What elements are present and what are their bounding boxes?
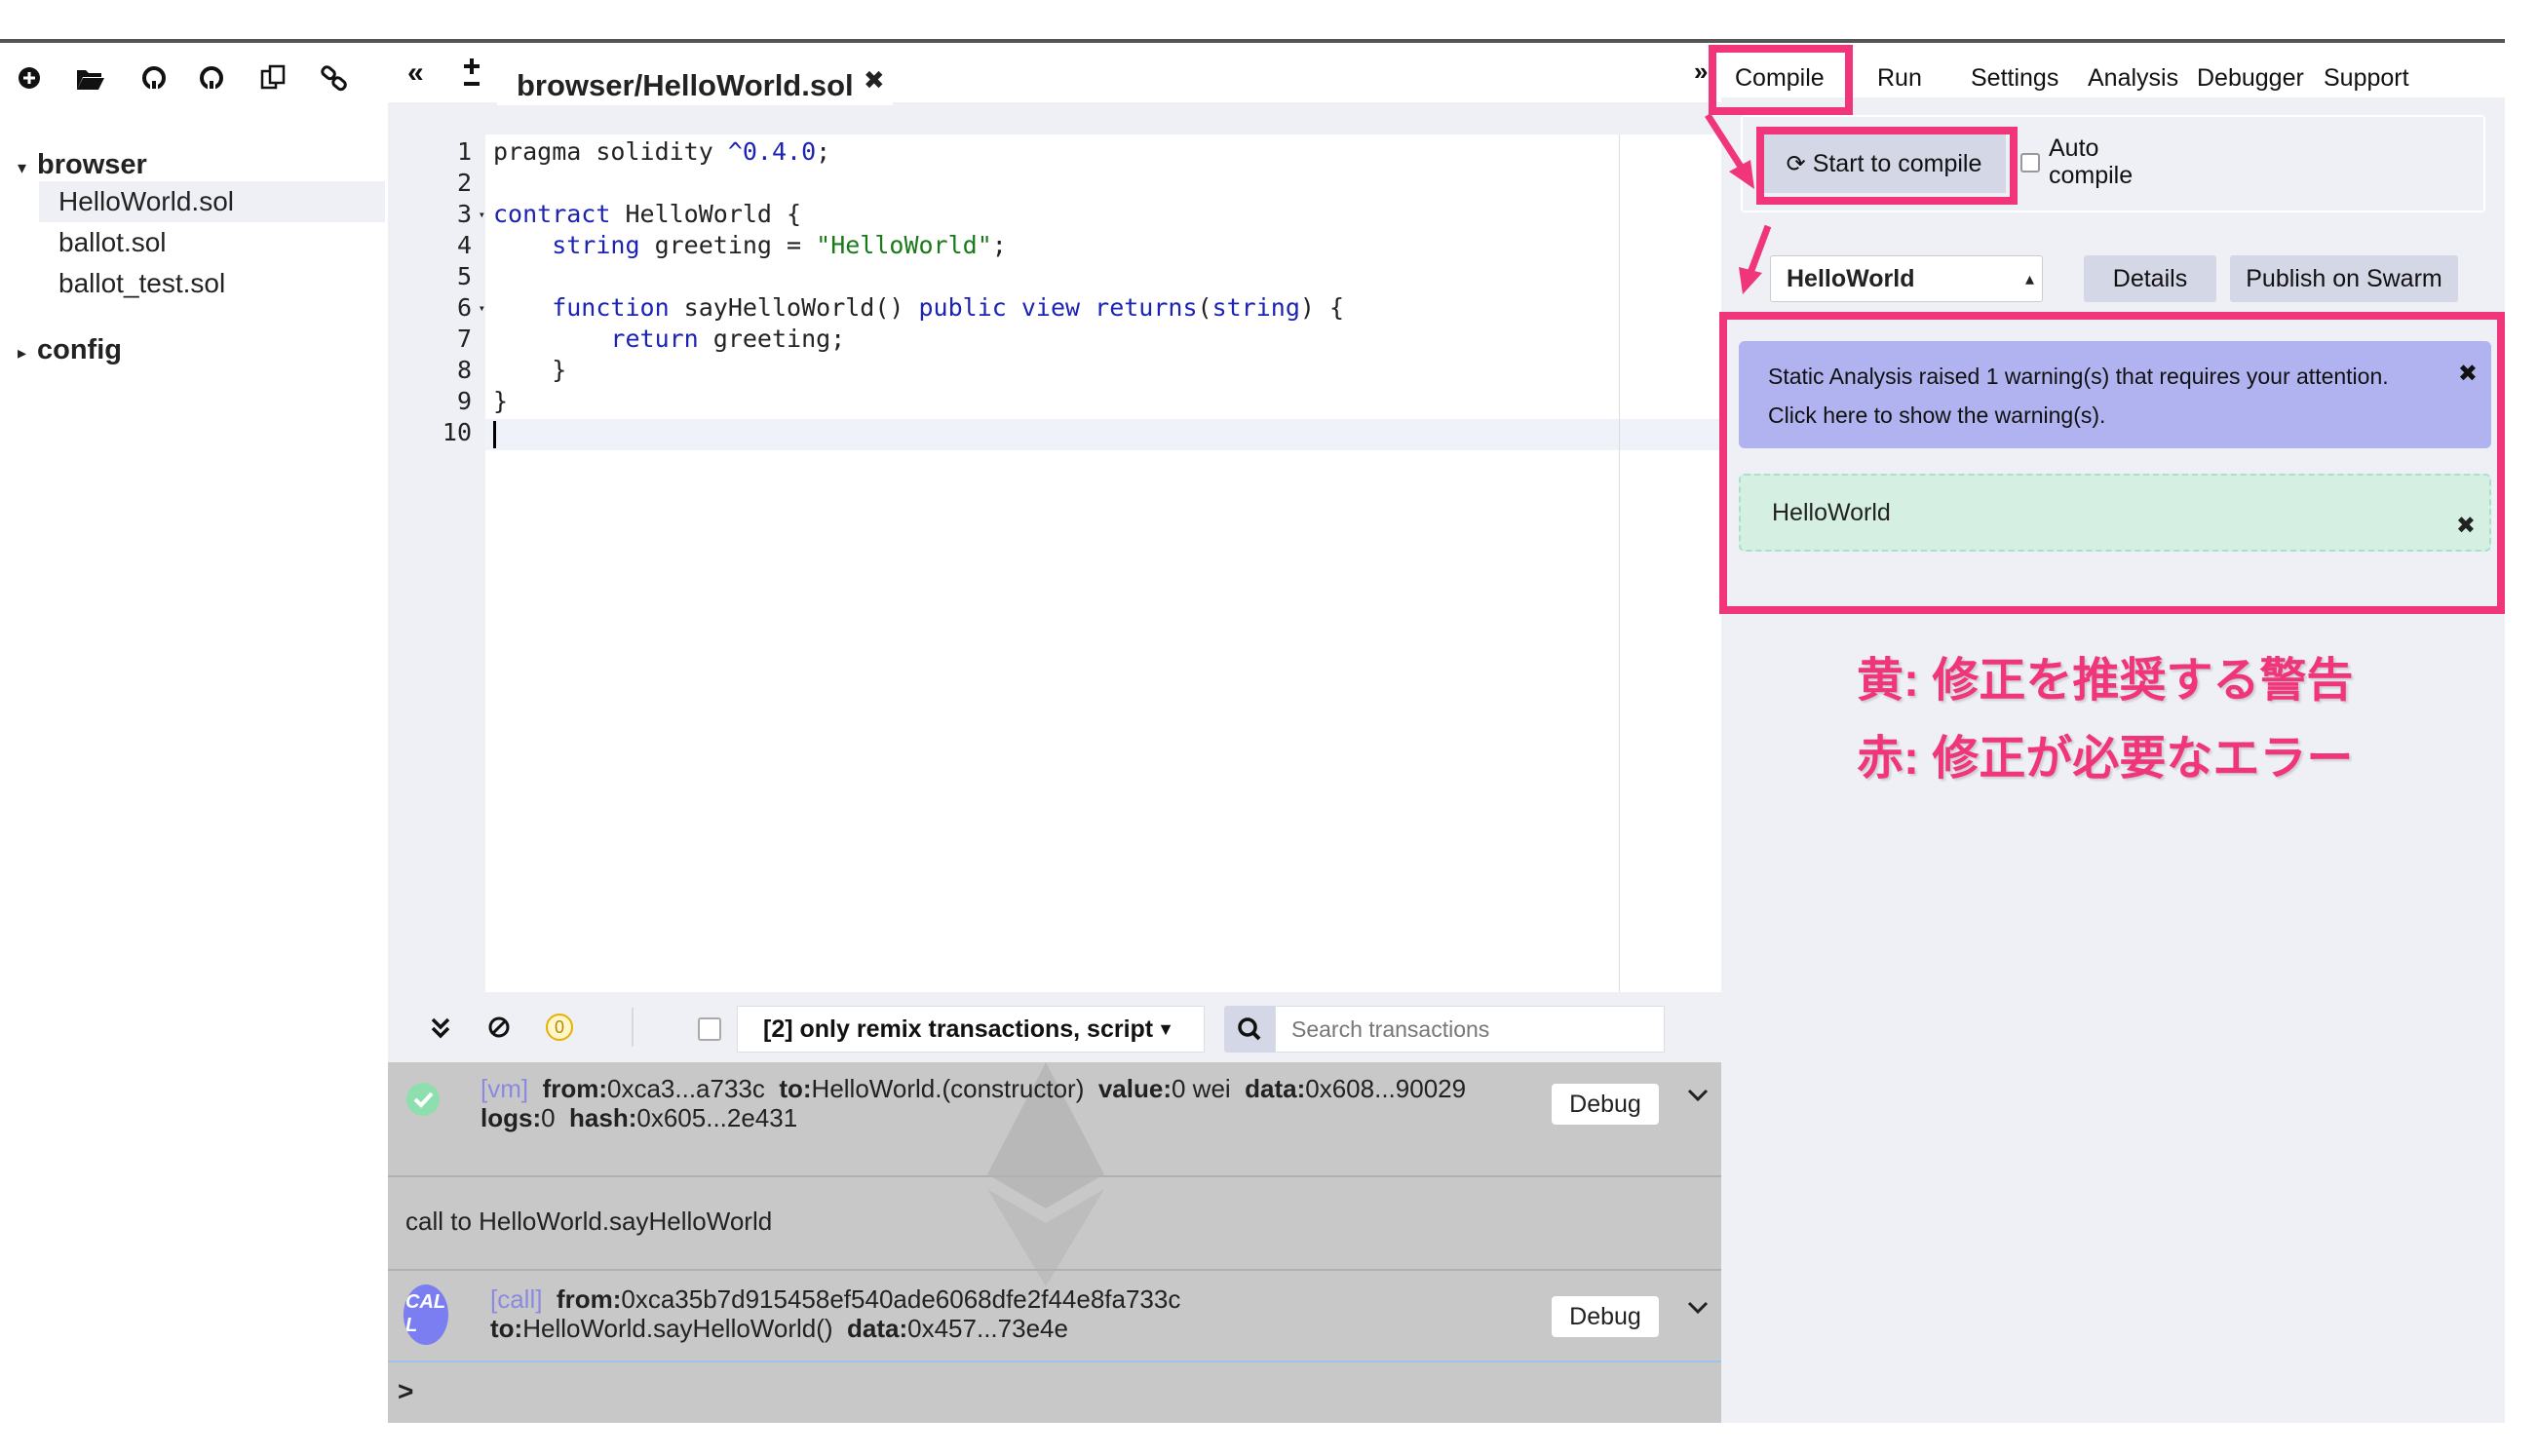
code-line: function sayHelloWorld() public view ret… [493, 293, 1345, 322]
folder-browser-label: browser [37, 149, 147, 180]
text-cursor [493, 421, 496, 448]
divider [388, 1269, 1721, 1271]
divider [388, 1360, 1721, 1362]
tab-analysis[interactable]: Analysis [2088, 58, 2178, 97]
increase-font-icon[interactable] [460, 53, 483, 99]
line-number: 1 [456, 137, 472, 166]
code-line: } [493, 356, 567, 384]
code-line: return greeting; [493, 325, 846, 353]
file-explorer-toolbar [0, 58, 385, 97]
console-prompt: > [398, 1376, 414, 1406]
copy-icon[interactable] [253, 58, 292, 97]
annotation-yellow-note: 黄: 修正を推奨する警告 [1857, 655, 2354, 707]
pending-tx-count: 0 [546, 1014, 573, 1041]
editor-file-tab[interactable]: browser/HelloWorld.sol ✖ [497, 58, 893, 105]
tab-settings[interactable]: Settings [1971, 58, 2058, 97]
github-icon[interactable] [192, 58, 231, 97]
tab-debugger[interactable]: Debugger [2197, 58, 2304, 97]
line-number: 6 ▾ [456, 293, 485, 322]
chevron-down-icon[interactable] [1684, 1082, 1711, 1116]
print-margin [1619, 134, 1620, 992]
publish-swarm-button[interactable]: Publish on Swarm [2230, 255, 2458, 302]
code-line: } [493, 387, 509, 415]
terminal-output: [vm] from:0xca3...a733c to:HelloWorld.(c… [388, 1062, 1721, 1423]
search-icon[interactable] [1224, 1006, 1275, 1053]
search-transactions-input[interactable]: Search transactions [1275, 1006, 1665, 1053]
caret-right-icon: ▸ [18, 343, 27, 363]
file-item-ballot-test[interactable]: ballot_test.sol [39, 263, 385, 304]
plus-circle-icon[interactable] [10, 58, 49, 97]
editor-file-tab-title: browser/HelloWorld.sol [517, 68, 854, 102]
line-number-gutter: 1 2 3 ▾ 4 5 6 ▾ 7 8 9 10 [388, 134, 485, 992]
tab-support[interactable]: Support [2324, 58, 2409, 97]
code-line: string greeting = "HelloWorld"; [493, 231, 1007, 259]
auto-compile-checkbox[interactable] [2020, 153, 2040, 172]
collapse-right-icon[interactable]: » [1694, 57, 1708, 87]
folder-browser[interactable]: ▾ browser [0, 144, 147, 185]
github-icon[interactable] [135, 58, 173, 97]
line-number: 7 [456, 325, 472, 353]
tx-log-line: to:HelloWorld.sayHelloWorld() data:0x457… [490, 1314, 1068, 1343]
listen-network-checkbox[interactable] [698, 1017, 721, 1041]
line-number: 2 [456, 169, 472, 197]
annotation-arrow-icon [1739, 224, 1772, 294]
folder-open-icon[interactable] [70, 58, 109, 97]
active-line-highlight [485, 419, 1721, 450]
link-icon[interactable] [315, 58, 354, 97]
window-top-border [0, 39, 2505, 43]
tab-run[interactable]: Run [1877, 58, 1922, 97]
updown-icon: ▴ [2024, 269, 2034, 288]
tx-log-line: logs:0 hash:0x605...2e431 [481, 1103, 798, 1132]
annotation-arrow-icon [1705, 113, 1754, 189]
details-button[interactable]: Details [2084, 255, 2216, 302]
close-icon[interactable]: ✖ [864, 53, 885, 107]
chevron-down-icon[interactable] [1684, 1294, 1711, 1328]
divider [632, 1008, 634, 1047]
highlight-start-compile [1756, 127, 2018, 205]
transaction-filter-label: [2] only remix transactions, script [763, 1015, 1154, 1043]
caret-down-icon: ▼ [1157, 1019, 1174, 1039]
clear-console-icon[interactable] [485, 1014, 513, 1046]
tx-log-line: [call] from:0xca35b7d915458ef540ade6068d… [490, 1284, 1181, 1314]
code-line: pragma solidity ^0.4.0; [493, 137, 831, 166]
line-number: 8 [456, 356, 472, 384]
file-item-helloworld[interactable]: HelloWorld.sol [39, 181, 385, 222]
highlight-compile-tab [1709, 45, 1853, 115]
line-number: 5 [456, 262, 472, 290]
folder-config[interactable]: ▸ config [0, 329, 122, 370]
divider [388, 1175, 1721, 1177]
annotation-red-note: 赤: 修正が必要なエラー [1857, 733, 2354, 785]
transaction-filter-dropdown[interactable]: [2] only remix transactions, script ▼ [737, 1006, 1205, 1053]
folder-config-label: config [37, 334, 122, 365]
line-number: 9 [456, 387, 472, 415]
console-input[interactable] [466, 1364, 1713, 1423]
terminal-toolbar: 0 [2] only remix transactions, script ▼ … [388, 994, 1721, 1062]
contract-select-value: HelloWorld [1787, 265, 1915, 292]
success-check-icon [405, 1082, 441, 1122]
highlight-messages [1719, 312, 2505, 614]
debug-button[interactable]: Debug [1552, 1084, 1659, 1125]
line-number: 4 [456, 231, 472, 259]
tx-log-line: [vm] from:0xca3...a733c to:HelloWorld.(c… [481, 1074, 1467, 1103]
caret-down-icon: ▾ [18, 158, 27, 177]
code-editor[interactable]: pragma solidity ^0.4.0; contract HelloWo… [485, 134, 1721, 992]
code-line: contract HelloWorld { [493, 200, 802, 228]
line-number: 10 [442, 418, 472, 446]
call-message: call to HelloWorld.sayHelloWorld [405, 1207, 773, 1236]
fold-icon[interactable]: ▾ [479, 199, 485, 230]
debug-button[interactable]: Debug [1552, 1296, 1659, 1337]
auto-compile-label: Auto compile [2049, 134, 2134, 189]
fold-icon[interactable]: ▾ [479, 292, 485, 324]
contract-select[interactable]: HelloWorld ▴ [1770, 255, 2043, 302]
collapse-left-icon[interactable]: « [407, 57, 424, 90]
minimize-terminal-icon[interactable] [429, 1014, 452, 1050]
file-item-ballot[interactable]: ballot.sol [39, 222, 385, 263]
call-badge-icon: CAL L [404, 1284, 448, 1345]
line-number: 3 ▾ [456, 200, 485, 228]
